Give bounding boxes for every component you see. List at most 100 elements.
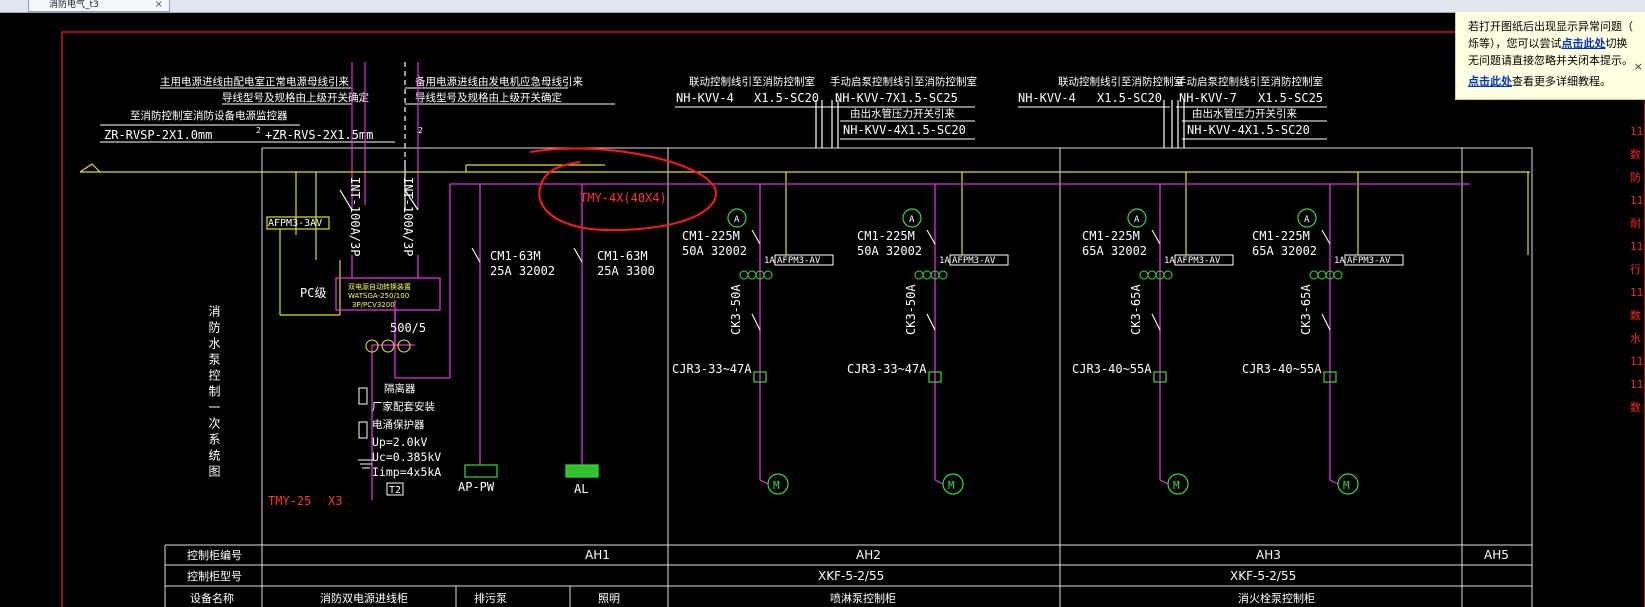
row-label-cabinet-model: 控制柜型号	[187, 569, 242, 583]
pump-softstarter-2: CJR3-33~47A	[847, 362, 927, 376]
motor-label-4: M	[1343, 479, 1350, 492]
cable-spec-b-sup: 2	[418, 126, 423, 135]
pump-ct-coil-3-3	[1163, 270, 1173, 280]
ats-label-2: WATSGA-250/100	[348, 292, 409, 300]
breaker-int-2: INT-100A/3P	[401, 177, 415, 256]
ct-ratio-label: 500/5	[390, 321, 426, 335]
pc-class-label: PC级	[300, 286, 326, 300]
pump-breaker-2: CM1-225M	[857, 229, 915, 243]
ammeter-letter-1: A	[734, 215, 740, 225]
cable-spec-b: +ZR-RVS-2X1.5mm	[265, 128, 373, 142]
spare-incoming-note-2: 导线型号及规格由上级开关确定	[415, 91, 562, 104]
busbar-tmy4: TMY-4X(40X4)	[580, 191, 667, 205]
pump-ct-coil-1-1	[747, 270, 757, 280]
cable-nh1: NH-KVV-4	[676, 91, 734, 105]
right-margin-8: 11	[1630, 286, 1644, 299]
pump-contactor-contact-3	[1151, 313, 1161, 331]
pressure-note-2: 由出水管压力开关引来	[1192, 107, 1297, 120]
pump-breaker-setting-4: 65A 32002	[1252, 244, 1317, 258]
pump-ct-coil-4-0	[1309, 270, 1319, 280]
pump-ct-coil-1-3	[763, 270, 773, 280]
load-al-symbol	[565, 464, 599, 478]
device-name-sprinkler: 喷淋泵控制柜	[830, 591, 896, 605]
cable-nh2: NH-KVV-7X1.5-SC25	[835, 91, 958, 105]
ats-label-3: 3P/PCV3200	[352, 301, 395, 309]
pump-softstarter-3: CJR3-40~55A	[1072, 362, 1152, 376]
pump-breaker-contact-1	[751, 229, 761, 245]
afpm-label-1: AFPM3-AV	[777, 256, 821, 266]
tip-switch-link[interactable]: 点击此处	[1562, 37, 1606, 50]
pump-ct-coil-2-0	[914, 270, 924, 280]
feeder-ap-setting: 25A 32002	[490, 264, 555, 278]
motor-label-2: M	[948, 479, 955, 492]
device-name-incoming: 消防双电源进线柜	[320, 591, 408, 605]
breaker-int-1: INT-100A/3P	[348, 177, 362, 256]
pump-ct-coil-3-1	[1147, 270, 1157, 280]
pump-contactor-3: CK3-65A	[1129, 284, 1143, 335]
display-tip-popup: 若打开图纸后出现显示异常问题（ 烁等），您可以尝试点击此处切换 无问题请直接忽略…	[1455, 12, 1645, 100]
right-margin-13: 数	[1630, 401, 1641, 414]
pump-breaker-setting-1: 50A 32002	[682, 244, 747, 258]
vertical-system-title: 消防水泵控制一次系统图	[207, 305, 221, 481]
right-margin-9: 数	[1630, 309, 1641, 322]
right-margin-1: 数	[1630, 148, 1641, 161]
factory-label: 厂家配套安装	[372, 400, 435, 413]
cable-nh1b: X1.5-SC20	[754, 91, 819, 105]
drawing-tab[interactable]: 消防电气_t3 ×	[28, 0, 170, 12]
pump-contactor-contact-4	[1321, 313, 1331, 331]
cabinet-ah2: AH2	[856, 548, 881, 562]
right-margin-10: 水	[1630, 332, 1641, 345]
right-margin-4: 11	[1630, 194, 1644, 207]
afpm-label-3: AFPM3-AV	[1177, 256, 1221, 266]
pump-contactor-contact-2	[926, 313, 936, 331]
close-icon[interactable]: ×	[1634, 58, 1643, 75]
cabinet-model-ah3: XKF-5-2/55	[1230, 569, 1296, 583]
tip-line-4-post: 查看更多详细教程。	[1512, 75, 1611, 88]
monitor-note: 至消防控制室消防设备电源监控器	[130, 109, 288, 122]
pump-ct-coil-3-0	[1139, 270, 1149, 280]
spd-iimp: Iimp=4x5kA	[372, 465, 441, 479]
pump-softstarter-4: CJR3-40~55A	[1242, 362, 1322, 376]
motor-lead-2	[934, 479, 944, 485]
cable-nh3: NH-KVV-4	[1018, 91, 1076, 105]
ct-1a-label-4: 1A	[1334, 256, 1345, 266]
busbar-x3: X3	[328, 494, 342, 508]
pressure-note-1: 由出水管压力开关引来	[850, 107, 955, 120]
pump-ct-coil-1-0	[739, 270, 749, 280]
row-label-cabinet-no: 控制柜编号	[187, 548, 242, 562]
spd-label: 电涌保护器	[372, 418, 425, 431]
pump-contactor-contact-1	[751, 313, 761, 331]
right-margin-6: 11	[1630, 240, 1644, 253]
load-ap-symbol	[464, 464, 498, 478]
motor-label-1: M	[773, 479, 780, 492]
ctrl-note-1b: 手动启泵控制线引至消防控制室	[830, 75, 977, 88]
pump-breaker-3: CM1-225M	[1082, 229, 1140, 243]
spd-up: Up=2.0kV	[372, 435, 427, 449]
tip-line-3: 无问题请直接忽略并关闭本提示。	[1468, 54, 1633, 67]
close-icon[interactable]: ×	[155, 0, 163, 10]
motor-lead-3	[1159, 479, 1169, 485]
pump-breaker-contact-2	[926, 229, 936, 245]
pump-feeders: ACM1-225M50A 320021A AFPM3-AVCK3-50ACJR3-…	[672, 208, 1404, 495]
review-markup-circle	[529, 147, 717, 232]
pump-breaker-setting-3: 65A 32002	[1082, 244, 1147, 258]
isolator-label: 隔离器	[384, 382, 416, 395]
feeder-ap-breaker: CM1-63M	[490, 249, 541, 263]
cad-drawing-canvas[interactable]: 控制柜编号 控制柜型号 设备名称 AH1 AH2 AH3 AH5 XKF-5-2…	[0, 12, 1645, 607]
pump-ct-coil-4-1	[1317, 270, 1327, 280]
spd-uc: Uc=0.385kV	[372, 450, 441, 464]
main-incoming-note: 主用电源进线由配电室正常电源母线引来	[160, 75, 349, 88]
tip-tutorial-link[interactable]: 点击此处	[1468, 75, 1512, 88]
cable-nh3b: X1.5-SC20	[1097, 91, 1162, 105]
right-margin-11: 11	[1630, 355, 1644, 368]
motor-lead-4	[1329, 479, 1339, 485]
pump-softstarter-1: CJR3-33~47A	[672, 362, 752, 376]
pump-breaker-1: CM1-225M	[682, 229, 740, 243]
feeder-ap-name: AP-PW	[458, 480, 495, 494]
ctrl-note-2a: 联动控制线引至消防控制室	[1058, 75, 1184, 88]
device-name-hydrant: 消火栓泵控制柜	[1238, 591, 1315, 605]
feeder-al-name: AL	[574, 482, 588, 496]
panel-outline	[262, 147, 1533, 607]
ct-1a-label-2: 1A	[939, 256, 950, 266]
ammeter-letter-4: A	[1304, 215, 1310, 225]
